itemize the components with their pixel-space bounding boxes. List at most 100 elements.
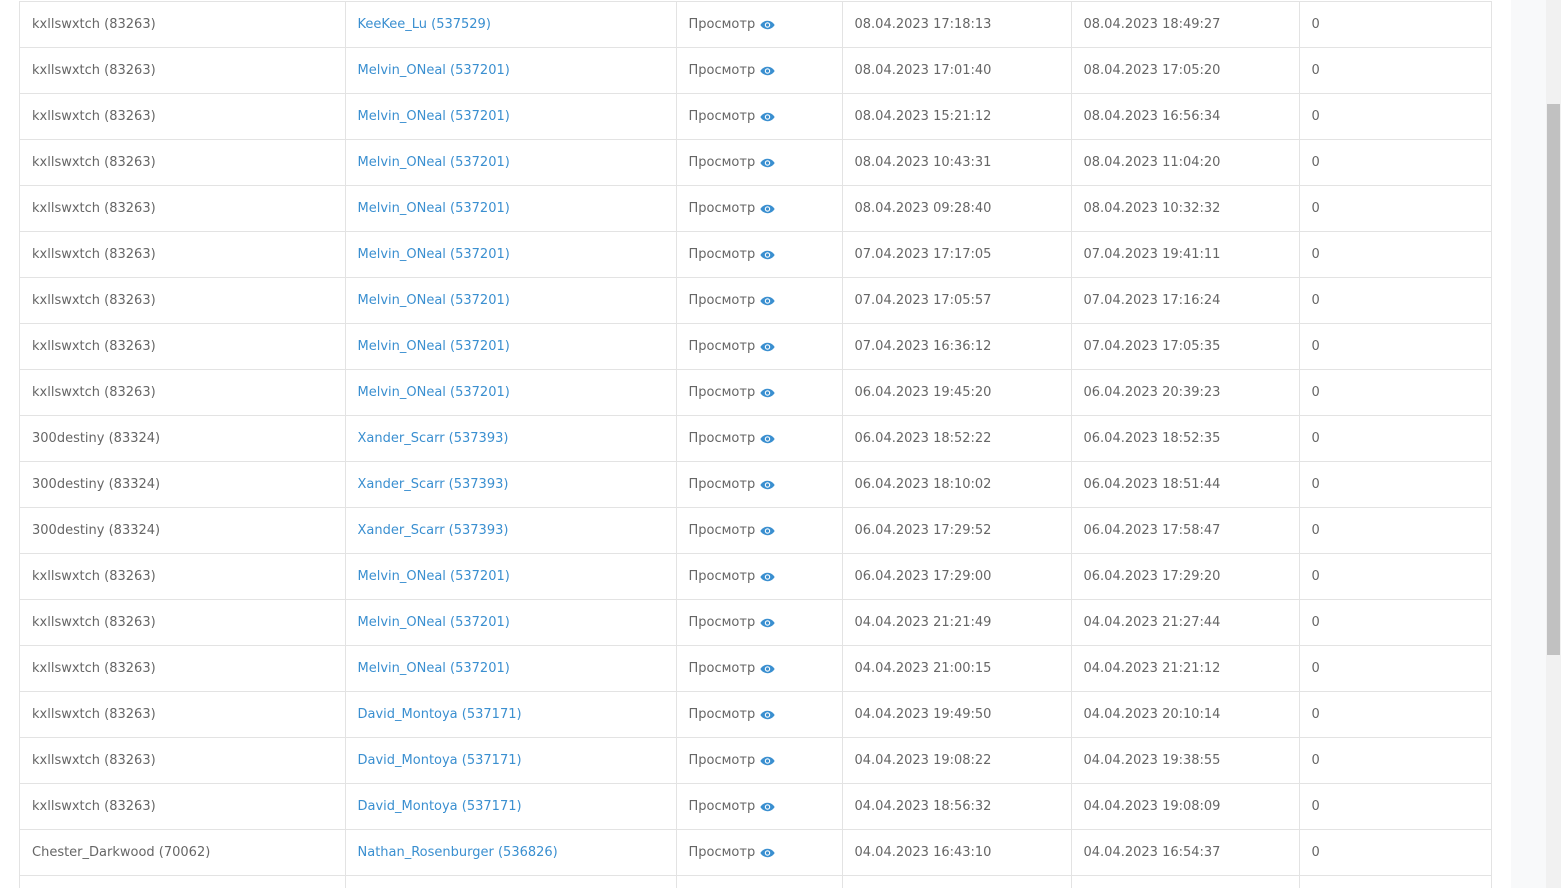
player-cell: Xander_Scarr (537393) bbox=[345, 461, 677, 508]
player-cell: Xander_Scarr (537393) bbox=[345, 415, 677, 462]
start-time-cell: 06.04.2023 18:10:02 bbox=[842, 461, 1072, 508]
records-table-container: kxllswxtch (83263) KeeKee_Lu (537529) Пр… bbox=[19, 1, 1492, 888]
view-button[interactable]: Просмотр bbox=[689, 63, 776, 78]
view-label: Просмотр bbox=[688, 385, 756, 400]
view-button[interactable]: Просмотр bbox=[689, 707, 776, 722]
player-link[interactable]: Melvin_ONeal (537201) bbox=[358, 109, 510, 124]
player-link[interactable]: Melvin_ONeal (537201) bbox=[358, 385, 510, 400]
admin-cell bbox=[20, 875, 346, 888]
start-time-cell: 04.04.2023 18:56:32 bbox=[842, 783, 1072, 830]
end-time: 04.04.2023 19:38:55 bbox=[1083, 753, 1221, 768]
player-link[interactable]: Melvin_ONeal (537201) bbox=[358, 339, 510, 354]
count-cell: 0 bbox=[1299, 599, 1491, 646]
player-link[interactable]: Melvin_ONeal (537201) bbox=[358, 201, 510, 216]
admin-name: kxllswxtch (83263) bbox=[32, 155, 156, 170]
player-link[interactable]: Xander_Scarr (537393) bbox=[358, 431, 509, 446]
view-button[interactable]: Просмотр bbox=[689, 569, 776, 584]
count-value: 0 bbox=[1311, 339, 1320, 354]
end-time-cell: 06.04.2023 20:39:23 bbox=[1071, 369, 1300, 416]
admin-name: kxllswxtch (83263) bbox=[32, 707, 156, 722]
admin-cell: 300destiny (83324) bbox=[20, 507, 346, 554]
admin-cell: kxllswxtch (83263) bbox=[20, 737, 346, 784]
end-time: 08.04.2023 16:56:34 bbox=[1083, 109, 1221, 124]
count-value: 0 bbox=[1311, 109, 1320, 124]
start-time: 06.04.2023 18:52:22 bbox=[854, 431, 992, 446]
view-label: Просмотр bbox=[688, 293, 756, 308]
start-time: 08.04.2023 17:01:40 bbox=[854, 63, 992, 78]
player-link[interactable]: David_Montoya (537171) bbox=[358, 707, 522, 722]
view-button[interactable]: Просмотр bbox=[689, 431, 776, 446]
count-value: 0 bbox=[1311, 661, 1320, 676]
count-value: 0 bbox=[1311, 845, 1320, 860]
player-link[interactable]: Melvin_ONeal (537201) bbox=[358, 247, 510, 262]
view-button[interactable]: Просмотр bbox=[689, 293, 776, 308]
end-time-cell: 04.04.2023 19:38:55 bbox=[1071, 737, 1300, 784]
admin-name: kxllswxtch (83263) bbox=[32, 109, 156, 124]
start-time-cell: 04.04.2023 16:43:10 bbox=[842, 829, 1072, 876]
admin-cell: kxllswxtch (83263) bbox=[20, 2, 346, 48]
view-button[interactable]: Просмотр bbox=[689, 155, 776, 170]
vertical-scrollbar-thumb[interactable] bbox=[1547, 104, 1560, 655]
start-time-cell: 08.04.2023 10:43:31 bbox=[842, 139, 1072, 186]
admin-cell: kxllswxtch (83263) bbox=[20, 139, 346, 186]
table-row: kxllswxtch (83263) Melvin_ONeal (537201)… bbox=[20, 277, 1491, 324]
view-label: Просмотр bbox=[688, 155, 756, 170]
player-cell: Melvin_ONeal (537201) bbox=[345, 645, 677, 692]
count-value: 0 bbox=[1311, 615, 1320, 630]
table-row: kxllswxtch (83263) KeeKee_Lu (537529) Пр… bbox=[20, 2, 1491, 48]
count-value: 0 bbox=[1311, 17, 1320, 32]
view-button[interactable]: Просмотр bbox=[689, 339, 776, 354]
table-row: kxllswxtch (83263) David_Montoya (537171… bbox=[20, 783, 1491, 830]
player-link[interactable]: Melvin_ONeal (537201) bbox=[358, 569, 510, 584]
view-button[interactable]: Просмотр bbox=[689, 17, 776, 32]
start-time-cell: 08.04.2023 15:21:12 bbox=[842, 93, 1072, 140]
count-cell: 0 bbox=[1299, 93, 1491, 140]
start-time: 07.04.2023 17:05:57 bbox=[854, 293, 992, 308]
eye-icon bbox=[760, 388, 775, 397]
player-link[interactable]: Xander_Scarr (537393) bbox=[358, 523, 509, 538]
view-button[interactable]: Просмотр bbox=[689, 753, 776, 768]
view-button[interactable]: Просмотр bbox=[689, 845, 776, 860]
admin-cell: Chester_Darkwood (70062) bbox=[20, 829, 346, 876]
start-time-cell: 06.04.2023 17:29:00 bbox=[842, 553, 1072, 600]
player-link[interactable]: Melvin_ONeal (537201) bbox=[358, 615, 510, 630]
view-button[interactable]: Просмотр bbox=[689, 615, 776, 630]
end-time-cell: 08.04.2023 17:05:20 bbox=[1071, 47, 1300, 94]
player-link[interactable]: Xander_Scarr (537393) bbox=[358, 477, 509, 492]
start-time: 07.04.2023 16:36:12 bbox=[854, 339, 992, 354]
view-label: Просмотр bbox=[688, 707, 756, 722]
player-link[interactable]: Nathan_Rosenburger (536826) bbox=[358, 845, 558, 860]
count-value: 0 bbox=[1311, 63, 1320, 78]
view-button[interactable]: Просмотр bbox=[689, 799, 776, 814]
player-link[interactable]: David_Montoya (537171) bbox=[358, 799, 522, 814]
view-label: Просмотр bbox=[688, 753, 756, 768]
table-row: kxllswxtch (83263) Melvin_ONeal (537201)… bbox=[20, 599, 1491, 646]
eye-icon bbox=[760, 250, 775, 259]
eye-icon bbox=[760, 296, 775, 305]
view-button[interactable]: Просмотр bbox=[689, 661, 776, 676]
count-cell: 0 bbox=[1299, 737, 1491, 784]
player-link[interactable]: Melvin_ONeal (537201) bbox=[358, 293, 510, 308]
player-link[interactable]: Melvin_ONeal (537201) bbox=[358, 63, 510, 78]
player-link[interactable]: KeeKee_Lu (537529) bbox=[358, 17, 491, 32]
player-link[interactable]: Melvin_ONeal (537201) bbox=[358, 661, 510, 676]
table-row: kxllswxtch (83263) David_Montoya (537171… bbox=[20, 691, 1491, 738]
start-time-cell: 08.04.2023 09:28:40 bbox=[842, 185, 1072, 232]
view-button[interactable]: Просмотр bbox=[689, 385, 776, 400]
count-value: 0 bbox=[1311, 431, 1320, 446]
start-time: 04.04.2023 18:56:32 bbox=[854, 799, 992, 814]
view-button[interactable]: Просмотр bbox=[689, 247, 776, 262]
count-cell: 0 bbox=[1299, 645, 1491, 692]
admin-name: kxllswxtch (83263) bbox=[32, 753, 156, 768]
end-time-cell: 06.04.2023 17:29:20 bbox=[1071, 553, 1300, 600]
view-button[interactable]: Просмотр bbox=[689, 201, 776, 216]
view-button[interactable]: Просмотр bbox=[689, 523, 776, 538]
view-button[interactable]: Просмотр bbox=[689, 477, 776, 492]
admin-cell: kxllswxtch (83263) bbox=[20, 645, 346, 692]
player-link[interactable]: Melvin_ONeal (537201) bbox=[358, 155, 510, 170]
records-table-body: kxllswxtch (83263) KeeKee_Lu (537529) Пр… bbox=[20, 2, 1491, 888]
start-time: 04.04.2023 19:49:50 bbox=[854, 707, 992, 722]
view-button[interactable]: Просмотр bbox=[689, 109, 776, 124]
end-time: 04.04.2023 19:08:09 bbox=[1083, 799, 1221, 814]
player-link[interactable]: David_Montoya (537171) bbox=[358, 753, 522, 768]
